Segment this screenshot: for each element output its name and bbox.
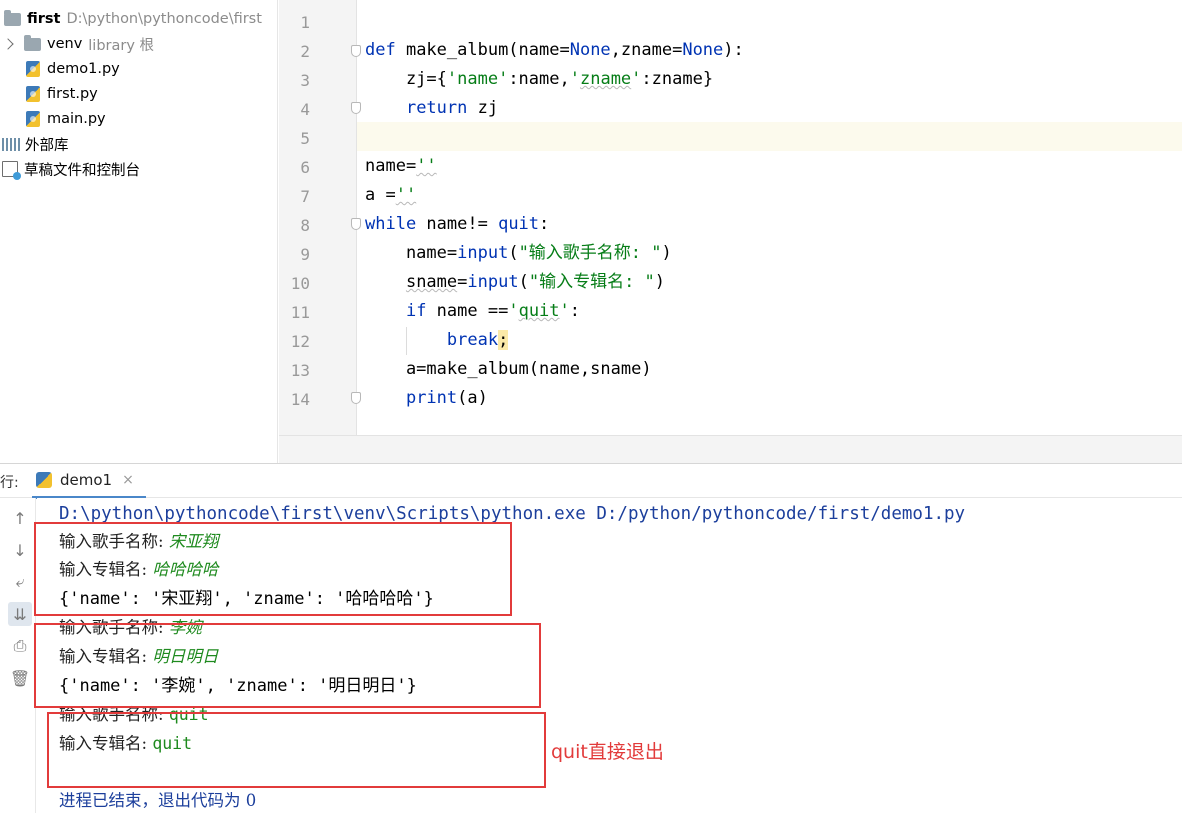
line-number: 4: [300, 100, 310, 119]
tree-item-external-libraries[interactable]: 外部库: [2, 132, 69, 156]
line-number: 12: [290, 332, 310, 351]
tree-item-demo1[interactable]: demo1.py: [26, 57, 120, 81]
code-line-13: a=make_album(name,sname): [365, 359, 652, 379]
run-label: 行:: [0, 475, 19, 491]
python-file-icon: [36, 472, 52, 488]
line-number: 14: [290, 390, 310, 409]
scratches-icon: [2, 161, 21, 180]
scroll-to-end-icon[interactable]: ⇊: [8, 602, 32, 626]
annotation-note: quit直接退出: [551, 741, 664, 763]
line-number: 6: [300, 158, 310, 177]
arrow-up-icon[interactable]: ↑: [8, 506, 32, 530]
code-line-4: return zj: [405, 98, 499, 118]
chevron-right-icon[interactable]: [2, 38, 14, 50]
fold-marker-icon[interactable]: [351, 102, 361, 114]
external-libraries-label: 外部库: [25, 137, 69, 154]
code-line-11: if name =='quit':: [405, 301, 581, 321]
code-line-12: break;: [446, 330, 509, 350]
library-icon: [2, 137, 20, 151]
line-number: 2: [300, 42, 310, 61]
line-number: 3: [300, 71, 310, 90]
tab-demo1[interactable]: demo1 ×: [32, 464, 146, 499]
annotation-box-run3: [47, 712, 546, 788]
annotation-box-run2: [34, 623, 541, 708]
run-tool-window-header: 行: demo1 ×: [0, 463, 1182, 499]
line-number: 7: [300, 187, 310, 206]
line-number-gutter: 1 2 3 4 5 6 7 8 9 10 11 12 13 14: [279, 0, 357, 435]
trash-icon[interactable]: 🗑: [8, 666, 32, 690]
tree-item-first[interactable]: first.py: [26, 82, 98, 106]
file-name: first.py: [47, 86, 98, 102]
tree-item-main[interactable]: main.py: [26, 107, 106, 131]
code-editor[interactable]: 1 2 3 4 5 6 7 8 9 10 11 12 13 14 def make_album(name=…: [279, 0, 1182, 463]
tab-label: demo1: [60, 471, 113, 489]
project-panel: first D:\python\pythoncode\first venv li…: [0, 0, 278, 463]
close-icon[interactable]: ×: [122, 472, 134, 488]
run-toolbar: ↑ ↓ ⤶ ⇊ ⎙ 🗑: [0, 498, 36, 813]
code-line-14: print(a): [405, 388, 488, 408]
code-line-10: sname=input("输入专辑名: "): [405, 272, 666, 292]
root-name: first: [27, 11, 61, 27]
code-line-6: name='': [365, 156, 437, 176]
caret-line-highlight: [357, 122, 1182, 151]
tree-item-scratches[interactable]: 草稿文件和控制台: [2, 157, 140, 181]
soft-wrap-icon[interactable]: ⤶: [8, 570, 32, 594]
folder-icon: [24, 34, 41, 51]
folder-icon: [4, 9, 21, 26]
fold-marker-icon[interactable]: [351, 392, 361, 404]
fold-marker-icon[interactable]: [351, 218, 361, 230]
venv-tag: library 根: [88, 37, 155, 54]
tree-root-first[interactable]: first D:\python\pythoncode\first: [4, 7, 262, 31]
scratches-label: 草稿文件和控制台: [24, 162, 140, 179]
code-line-9: name=input("输入歌手名称: "): [365, 243, 672, 263]
code-line-3: zj={'name':name,'zname':zname}: [365, 69, 714, 89]
fold-marker-icon[interactable]: [351, 45, 361, 57]
file-name: main.py: [47, 111, 106, 127]
root-path: D:\python\pythoncode\first: [66, 11, 262, 27]
code-line-7: a ='': [365, 185, 417, 205]
editor-breadcrumb-bar: [279, 435, 1182, 463]
exit-message: 进程已结束，退出代码为 0: [59, 791, 257, 810]
line-number: 5: [300, 129, 310, 148]
annotation-box-run1: [34, 522, 512, 616]
python-file-icon: [26, 111, 40, 127]
code-line-8: while name!= quit:: [365, 214, 550, 234]
venv-name: venv: [47, 36, 83, 52]
line-number: 1: [300, 13, 310, 32]
python-file-icon: [26, 61, 40, 77]
line-number: 10: [290, 274, 310, 293]
line-number: 9: [300, 245, 310, 264]
line-number: 11: [290, 303, 310, 322]
line-number: 13: [290, 361, 310, 380]
code-line-2: def make_album(name=None,zname=None):: [365, 40, 744, 60]
tree-item-venv[interactable]: venv library 根: [0, 32, 154, 56]
file-name: demo1.py: [47, 61, 120, 77]
line-number: 8: [300, 216, 310, 235]
python-file-icon: [26, 86, 40, 102]
print-icon[interactable]: ⎙: [8, 634, 32, 658]
arrow-down-icon[interactable]: ↓: [8, 538, 32, 562]
